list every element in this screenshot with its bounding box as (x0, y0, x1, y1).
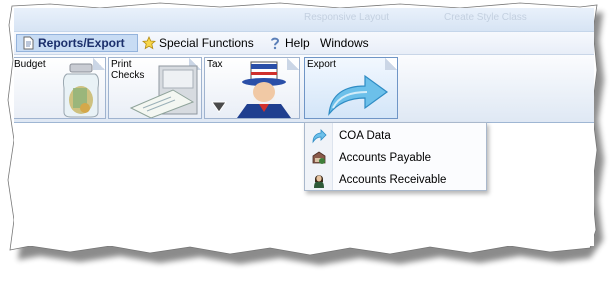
check-printer-icon (129, 65, 198, 118)
payable-icon (312, 151, 326, 164)
menu-item-label: Accounts Payable (339, 151, 432, 164)
menu-label: Help (285, 36, 310, 50)
export-arrow-icon (312, 128, 327, 143)
export-arrow-icon (328, 74, 389, 116)
tax-tile[interactable]: Tax (204, 57, 300, 119)
print-checks-tile[interactable]: Print Checks (108, 57, 202, 119)
menu-special-functions[interactable]: Special Functions (138, 34, 264, 52)
report-page-icon (23, 36, 34, 50)
menu-item-coa-data[interactable]: COA Data (306, 125, 485, 146)
menu-item-accounts-payable[interactable]: Accounts Payable (306, 147, 485, 168)
tile-corner (385, 58, 397, 70)
toolbar: Budget Print Checks Tax Export (14, 55, 594, 123)
menu-label: Special Functions (159, 36, 254, 50)
menu-label: Reports/Export (38, 36, 125, 50)
uncle-sam-icon (237, 61, 291, 118)
menu-windows[interactable]: Windows (316, 34, 376, 52)
budget-tile[interactable]: Budget (14, 57, 106, 119)
menu-item-label: COA Data (339, 129, 391, 142)
menu-item-label: Accounts Receivable (339, 173, 447, 186)
faded-toolbar: Responsive Layout Create Style Class (14, 8, 594, 32)
menu-bar: Reports/Export Special Functions Help Wi… (14, 32, 594, 55)
menu-reports-export[interactable]: Reports/Export (16, 34, 138, 52)
money-jar-icon (62, 63, 100, 118)
export-tile[interactable]: Export (304, 57, 398, 119)
app-window: Responsive Layout Create Style Class Rep… (14, 8, 594, 246)
menu-item-accounts-receivable[interactable]: Accounts Receivable (306, 169, 485, 190)
faded-toolbar-item: Create Style Class (444, 12, 527, 23)
tile-label: Budget (14, 59, 46, 70)
menu-help[interactable]: Help (264, 34, 314, 52)
menu-label: Windows (320, 36, 369, 50)
star-icon (142, 36, 156, 50)
export-dropdown-menu: COA Data Accounts Payable Accounts Recei… (304, 122, 487, 191)
receivable-person-icon (314, 174, 324, 188)
tile-label: Export (307, 59, 336, 70)
faded-toolbar-item: Responsive Layout (304, 12, 390, 23)
dropdown-triangle-icon[interactable] (211, 101, 227, 113)
question-icon (271, 37, 280, 50)
